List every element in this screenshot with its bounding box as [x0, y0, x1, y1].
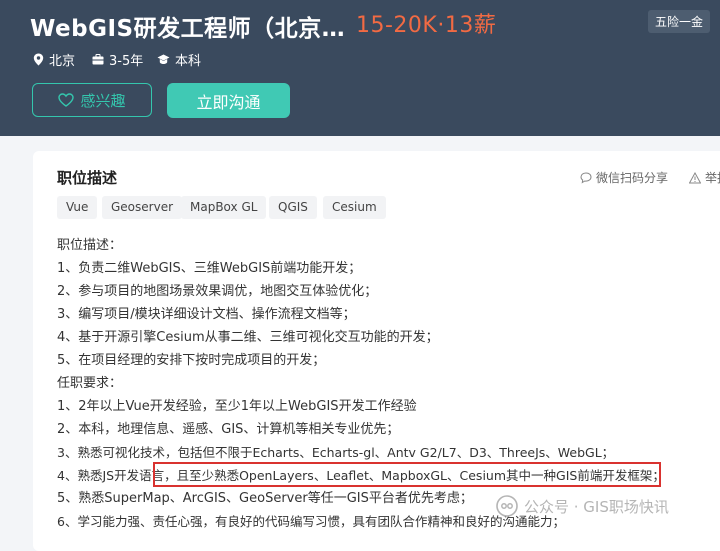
requirement-line: 1、2年以上Vue开发经验，至少1年以上WebGIS开发工作经验 — [57, 399, 417, 414]
experience-label: 3-5年 — [109, 54, 144, 69]
description-line: 2、参与项目的地图场景效果调优，地图交互体验优化； — [57, 284, 378, 299]
report-label: 举报 — [705, 171, 720, 185]
watermark: 公众号 · GIS职场快讯 — [496, 491, 669, 521]
briefcase-icon — [92, 54, 104, 65]
education-label: 本科 — [175, 54, 202, 69]
wechat-official-account-icon — [496, 495, 518, 517]
graduation-cap-icon — [157, 54, 170, 64]
skill-tag: MapBox GL — [181, 196, 267, 219]
requirement-line: 3、熟悉可视化技术，包括但不限于Echarts、Echarts-gl、Antv … — [57, 445, 615, 460]
share-label: 微信扫码分享 — [596, 171, 669, 185]
interested-label: 感兴趣 — [80, 91, 126, 110]
skill-tag: Vue — [57, 196, 98, 219]
location-pin-icon — [33, 53, 44, 66]
description-heading: 职位描述： — [57, 238, 123, 253]
requirements-heading: 任职要求： — [57, 376, 123, 391]
skill-tag: Cesium — [323, 196, 386, 219]
highlight-box — [153, 462, 661, 487]
interested-button[interactable]: 感兴趣 — [32, 83, 152, 117]
meta-location: 北京 — [33, 50, 75, 69]
requirement-line: 5、熟悉SuperMap、ArcGIS、GeoServer等任一GIS平台者优先… — [57, 491, 473, 506]
skill-tag: QGIS — [269, 196, 317, 219]
watermark-text: 公众号 · GIS职场快讯 — [524, 497, 669, 516]
skill-tag: Geoserver — [102, 196, 183, 219]
meta-education: 本科 — [157, 50, 201, 69]
description-line: 5、在项目经理的安排下按时完成项目的开发； — [57, 353, 326, 368]
chat-now-label: 立即沟通 — [196, 92, 261, 112]
wechat-share-link[interactable]: 微信扫码分享 — [580, 169, 668, 186]
chat-now-button[interactable]: 立即沟通 — [167, 83, 290, 118]
report-link[interactable]: 举报 — [689, 169, 720, 186]
heart-icon — [58, 93, 75, 107]
description-line: 4、基于开源引擎Cesium从事二维、三维可视化交互功能的开发； — [57, 330, 439, 345]
job-title: WebGIS研发工程师（北京… — [30, 16, 346, 42]
chat-bubble-icon — [580, 171, 592, 183]
meta-experience: 3-5年 — [92, 50, 143, 69]
warning-icon — [689, 171, 701, 183]
requirement-line: 2、本科，地理信息、遥感、GIS、计算机等相关专业优先； — [57, 422, 400, 437]
section-title: 职位描述 — [57, 169, 118, 187]
description-line: 3、编写项目/模块详细设计文档、操作流程文档等； — [57, 307, 356, 322]
description-line: 1、负责二维WebGIS、三维WebGIS前端功能开发； — [57, 261, 362, 276]
requirement-line: 6、学习能力强、责任心强，有良好的代码编写习惯，具有团队合作精神和良好的沟通能力… — [57, 514, 565, 529]
location-label: 北京 — [49, 54, 76, 69]
salary: 15-20K·13薪 — [356, 13, 497, 38]
benefit-badge: 五险一金 — [648, 10, 711, 33]
